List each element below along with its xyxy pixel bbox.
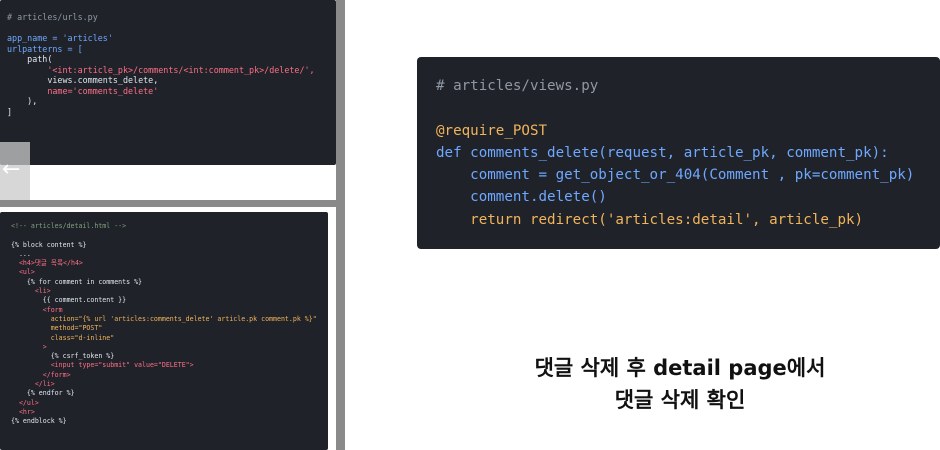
detail-h4-line: <h4>댓글 목록</h4> bbox=[11, 259, 83, 268]
urls-app-name-line: app_name = 'articles' bbox=[7, 33, 113, 43]
detail-form-open-line: <form bbox=[11, 305, 63, 314]
views-delete-line: comment.delete() bbox=[436, 189, 607, 206]
detail-method-line: method="POST" bbox=[11, 324, 103, 333]
urls-comment-line: # articles/urls.py bbox=[7, 12, 98, 22]
urls-close-bracket-line: ] bbox=[7, 106, 13, 117]
detail-li-close-line: </li> bbox=[11, 380, 55, 389]
detail-content-line: {{ comment.content }} bbox=[11, 296, 127, 305]
urls-close-paren-line: ), bbox=[7, 96, 38, 106]
detail-ellipsis-line: ... bbox=[11, 249, 31, 258]
detail-comment-line: <!-- articles/detail.html --> bbox=[11, 222, 127, 230]
views-comment-line: # articles/views.py bbox=[436, 78, 599, 94]
caption-line-1: 댓글 삭제 후 detail page에서 bbox=[534, 356, 826, 380]
urls-path-line: path( bbox=[7, 54, 53, 64]
urls-route-line: '<int:article_pk>/comments/<int:comment_… bbox=[7, 64, 315, 75]
detail-input-line: <input type="submit" value="DELETE"> bbox=[11, 361, 194, 370]
detail-li-open-line: <li> bbox=[11, 287, 51, 296]
views-decorator-line: @require_POST bbox=[436, 122, 548, 139]
detail-for-line: {% for comment in comments %} bbox=[11, 277, 143, 286]
detail-endfor-line: {% endfor %} bbox=[11, 389, 75, 398]
urls-code-block: # articles/urls.py app_name = 'articles'… bbox=[7, 12, 315, 117]
back-arrow-icon[interactable]: ← bbox=[2, 157, 20, 182]
detail-form-close-line: </form> bbox=[11, 370, 71, 379]
urls-name-line: name='comments_delete' bbox=[7, 85, 159, 96]
views-code-block: # articles/views.py @require_POST def co… bbox=[436, 75, 914, 231]
views-def-line: def comments_delete(request, article_pk,… bbox=[436, 144, 889, 161]
detail-ul-open-line: <ul> bbox=[11, 268, 35, 277]
detail-code-block: <!-- articles/detail.html --> {% block c… bbox=[11, 222, 317, 427]
detail-block-content-line: {% block content %} bbox=[11, 240, 87, 249]
views-return-line: return redirect('articles:detail', artic… bbox=[436, 211, 864, 228]
slide-caption: 댓글 삭제 후 detail page에서 댓글 삭제 확인 bbox=[420, 352, 940, 416]
detail-endblock-line: {% endblock %} bbox=[11, 417, 67, 426]
detail-csrf-line: {% csrf_token %} bbox=[11, 352, 115, 361]
detail-action-line: action="{% url 'articles:comments_delete… bbox=[11, 314, 317, 323]
caption-line-2: 댓글 삭제 확인 bbox=[614, 388, 746, 412]
detail-form-close-bracket-line: > bbox=[11, 342, 47, 351]
urls-view-line: views.comments_delete, bbox=[7, 75, 159, 85]
urls-urlpatterns-line: urlpatterns = [ bbox=[7, 43, 83, 54]
detail-ul-close-line: </ul> bbox=[11, 398, 39, 407]
views-get-object-line: comment = get_object_or_404(Comment , pk… bbox=[436, 167, 915, 184]
horizontal-divider-bar bbox=[0, 200, 345, 207]
vertical-divider-bar bbox=[336, 0, 345, 450]
detail-class-line: class="d-inline" bbox=[11, 333, 115, 342]
detail-hr-line: <hr> bbox=[11, 407, 35, 416]
